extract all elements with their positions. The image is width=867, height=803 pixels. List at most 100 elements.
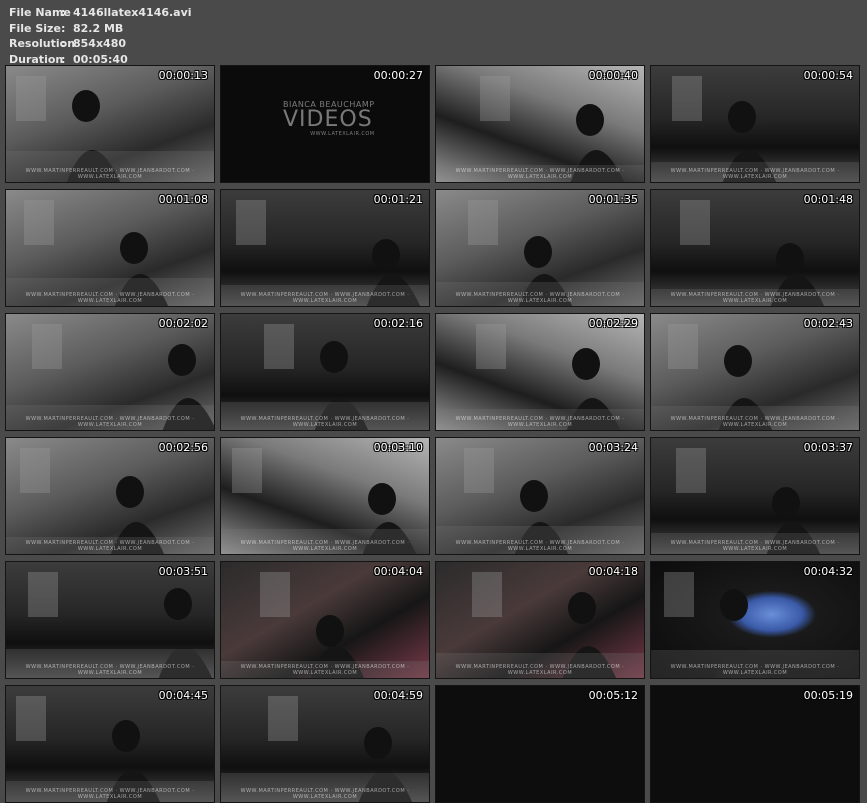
separator: : — [61, 37, 66, 50]
video-thumbnail[interactable]: WWW.MARTINPERREAULT.COM · WWW.JEANBARDOT… — [5, 437, 215, 555]
frame-image — [436, 200, 644, 306]
frame-image — [6, 572, 214, 678]
video-thumbnail[interactable]: WWW.MARTINPERREAULT.COM · WWW.JEANBARDOT… — [435, 561, 645, 679]
timestamp-label: 00:02:02 — [158, 317, 208, 330]
frame-image — [651, 324, 859, 430]
duration-value: 00:05:40 — [73, 52, 128, 66]
timestamp-label: 00:03:24 — [588, 441, 638, 454]
frame-image — [6, 324, 214, 430]
file-name-value: 4146llatex4146.avi — [73, 6, 192, 19]
timestamp-label: 00:03:37 — [803, 441, 853, 454]
watermark-text: WWW.MARTINPERREAULT.COM · WWW.JEANBARDOT… — [240, 540, 410, 552]
video-thumbnail[interactable]: 00:05:19 — [650, 685, 860, 803]
video-thumbnail[interactable]: WWW.MARTINPERREAULT.COM · WWW.JEANBARDOT… — [220, 189, 430, 307]
frame-image — [221, 200, 429, 306]
frame-image — [6, 696, 214, 802]
watermark-text: WWW.MARTINPERREAULT.COM · WWW.JEANBARDOT… — [240, 788, 410, 800]
video-thumbnail[interactable]: WWW.MARTINPERREAULT.COM · WWW.JEANBARDOT… — [650, 189, 860, 307]
separator: : — [61, 6, 66, 19]
timestamp-label: 00:00:54 — [803, 69, 853, 82]
timestamp-label: 00:05:19 — [803, 689, 853, 702]
video-thumbnail[interactable]: 00:05:12 — [435, 685, 645, 803]
timestamp-label: 00:02:43 — [803, 317, 853, 330]
video-thumbnail[interactable]: WWW.MARTINPERREAULT.COM · WWW.JEANBARDOT… — [435, 189, 645, 307]
watermark-text: WWW.MARTINPERREAULT.COM · WWW.JEANBARDOT… — [240, 416, 410, 428]
video-thumbnail[interactable]: WWW.MARTINPERREAULT.COM · WWW.JEANBARDOT… — [220, 685, 430, 803]
watermark-text: WWW.MARTINPERREAULT.COM · WWW.JEANBARDOT… — [455, 292, 625, 304]
watermark-text: WWW.MARTINPERREAULT.COM · WWW.JEANBARDOT… — [455, 664, 625, 676]
watermark-text: WWW.MARTINPERREAULT.COM · WWW.JEANBARDOT… — [25, 664, 195, 676]
video-thumbnail[interactable]: WWW.MARTINPERREAULT.COM · WWW.JEANBARDOT… — [5, 313, 215, 431]
intro-logo-line2: VIDEOS — [283, 107, 373, 132]
timestamp-label: 00:02:16 — [373, 317, 423, 330]
watermark-text: WWW.MARTINPERREAULT.COM · WWW.JEANBARDOT… — [25, 416, 195, 428]
timestamp-label: 00:03:51 — [158, 565, 208, 578]
timestamp-label: 00:00:40 — [588, 69, 638, 82]
timestamp-label: 00:02:29 — [588, 317, 638, 330]
frame-image — [436, 448, 644, 554]
video-thumbnail[interactable]: WWW.MARTINPERREAULT.COM · WWW.JEANBARDOT… — [5, 65, 215, 183]
video-thumbnail[interactable]: WWW.MARTINPERREAULT.COM · WWW.JEANBARDOT… — [5, 189, 215, 307]
timestamp-label: 00:04:59 — [373, 689, 423, 702]
frame-image — [6, 448, 214, 554]
frame-image — [436, 572, 644, 678]
frame-image — [651, 200, 859, 306]
resolution-label: Resolution — [9, 37, 76, 50]
watermark-text: WWW.MARTINPERREAULT.COM · WWW.JEANBARDOT… — [670, 168, 840, 180]
watermark-text: WWW.MARTINPERREAULT.COM · WWW.JEANBARDOT… — [670, 292, 840, 304]
timestamp-label: 00:03:10 — [373, 441, 423, 454]
file-info: File Name: 4146llatex4146.avi File Size: 8… — [9, 5, 192, 67]
watermark-text: WWW.MARTINPERREAULT.COM · WWW.JEANBARDOT… — [25, 788, 195, 800]
thumbnail-grid: WWW.MARTINPERREAULT.COM · WWW.JEANBARDOT… — [5, 65, 862, 803]
timestamp-label: 00:04:32 — [803, 565, 853, 578]
video-thumbnail[interactable]: WWW.MARTINPERREAULT.COM · WWW.JEANBARDOT… — [435, 313, 645, 431]
video-thumbnail[interactable]: WWW.MARTINPERREAULT.COM · WWW.JEANBARDOT… — [650, 65, 860, 183]
file-size-value: 82.2 MB — [73, 21, 124, 35]
frame-image — [221, 572, 429, 678]
video-thumbnail[interactable]: WWW.MARTINPERREAULT.COM · WWW.JEANBARDOT… — [220, 313, 430, 431]
timestamp-label: 00:01:35 — [588, 193, 638, 206]
frame-image — [221, 324, 429, 430]
separator: : — [61, 21, 66, 35]
video-thumbnail[interactable]: WWW.MARTINPERREAULT.COM · WWW.JEANBARDOT… — [435, 65, 645, 183]
frame-image — [651, 572, 859, 678]
file-name-label: File Name — [9, 6, 71, 19]
frame-image — [221, 448, 429, 554]
frame-image — [651, 76, 859, 182]
watermark-text: WWW.MARTINPERREAULT.COM · WWW.JEANBARDOT… — [240, 664, 410, 676]
resolution-row: Resolution: 854x480 — [9, 36, 192, 52]
timestamp-label: 00:05:12 — [588, 689, 638, 702]
watermark-text: WWW.MARTINPERREAULT.COM · WWW.JEANBARDOT… — [455, 168, 625, 180]
timestamp-label: 00:01:48 — [803, 193, 853, 206]
frame-image — [6, 76, 214, 182]
video-thumbnail[interactable]: WWW.MARTINPERREAULT.COM · WWW.JEANBARDOT… — [5, 685, 215, 803]
file-size-label: File Size — [9, 21, 61, 35]
timestamp-label: 00:04:45 — [158, 689, 208, 702]
timestamp-label: 00:04:18 — [588, 565, 638, 578]
video-thumbnail[interactable]: WWW.MARTINPERREAULT.COM · WWW.JEANBARDOT… — [220, 561, 430, 679]
watermark-text: WWW.MARTINPERREAULT.COM · WWW.JEANBARDOT… — [455, 416, 625, 428]
video-thumbnail[interactable]: WWW.MARTINPERREAULT.COM · WWW.JEANBARDOT… — [650, 561, 860, 679]
video-thumbnail[interactable]: WWW.MARTINPERREAULT.COM · WWW.JEANBARDOT… — [650, 313, 860, 431]
timestamp-label: 00:02:56 — [158, 441, 208, 454]
timestamp-label: 00:01:21 — [373, 193, 423, 206]
timestamp-label: 00:00:27 — [373, 69, 423, 82]
video-thumbnail[interactable]: BIANCA BEAUCHAMP VIDEOS WWW.LATEXLAIR.COM 0… — [220, 65, 430, 183]
video-thumbnail[interactable]: WWW.MARTINPERREAULT.COM · WWW.JEANBARDOT… — [5, 561, 215, 679]
file-name-row: File Name: 4146llatex4146.avi — [9, 5, 192, 21]
watermark-text: WWW.MARTINPERREAULT.COM · WWW.JEANBARDOT… — [25, 540, 195, 552]
frame-image — [221, 696, 429, 802]
frame-image — [6, 200, 214, 306]
watermark-text: WWW.MARTINPERREAULT.COM · WWW.JEANBARDOT… — [670, 540, 840, 552]
video-thumbnail[interactable]: WWW.MARTINPERREAULT.COM · WWW.JEANBARDOT… — [650, 437, 860, 555]
timestamp-label: 00:01:08 — [158, 193, 208, 206]
intro-logo: BIANCA BEAUCHAMP VIDEOS WWW.LATEXLAIR.COM — [283, 100, 375, 137]
video-thumbnail[interactable]: WWW.MARTINPERREAULT.COM · WWW.JEANBARDOT… — [435, 437, 645, 555]
timestamp-label: 00:00:13 — [158, 69, 208, 82]
frame-image — [436, 76, 644, 182]
video-thumbnail[interactable]: WWW.MARTINPERREAULT.COM · WWW.JEANBARDOT… — [220, 437, 430, 555]
file-size-row: File Size: 82.2 MB — [9, 21, 192, 37]
resolution-value: 854x480 — [73, 37, 127, 50]
watermark-text: WWW.MARTINPERREAULT.COM · WWW.JEANBARDOT… — [670, 416, 840, 428]
frame-image — [436, 324, 644, 430]
